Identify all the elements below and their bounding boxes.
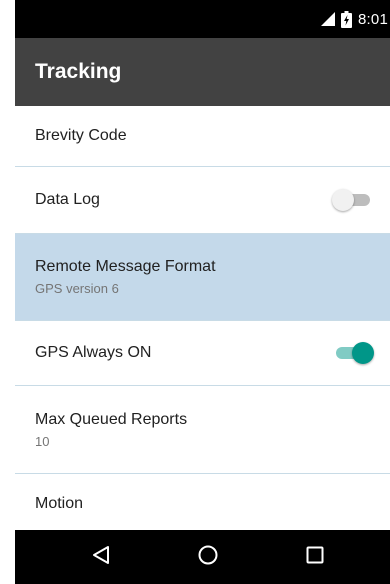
home-button[interactable]: [178, 530, 238, 584]
battery-icon: [341, 10, 352, 28]
setting-summary: 10: [35, 433, 50, 449]
setting-title: Brevity Code: [35, 127, 127, 144]
setting-max-queued-reports[interactable]: Max Queued Reports 10: [15, 386, 390, 474]
home-circle-icon: [197, 544, 219, 571]
app-bar: Tracking: [15, 38, 390, 106]
setting-motion[interactable]: Motion: [15, 474, 390, 530]
status-time: 8:01: [358, 10, 388, 28]
setting-title: Max Queued Reports: [35, 410, 188, 428]
gps-always-on-toggle[interactable]: [334, 342, 374, 364]
setting-title: Motion: [35, 494, 84, 512]
recents-button[interactable]: [285, 530, 345, 584]
toggle-thumb: [352, 342, 374, 364]
back-triangle-icon: [90, 544, 112, 571]
page-title: Tracking: [35, 60, 122, 83]
setting-summary: GPS version 6: [35, 281, 119, 296]
status-bar: 8:01: [15, 0, 390, 38]
setting-data-log[interactable]: Data Log: [15, 167, 390, 234]
status-indicators: 8:01: [319, 0, 388, 38]
setting-gps-always-on[interactable]: GPS Always ON: [15, 321, 390, 386]
setting-title: Remote Message Format: [35, 258, 216, 275]
signal-icon: [319, 11, 335, 27]
setting-brevity-code[interactable]: Brevity Code: [15, 106, 390, 167]
setting-remote-message-format[interactable]: Remote Message Format GPS version 6: [15, 234, 390, 321]
data-log-toggle[interactable]: [332, 189, 372, 211]
navigation-bar: [15, 530, 390, 584]
settings-list: Brevity Code Data Log Remote Message For…: [15, 106, 390, 530]
back-button[interactable]: [71, 530, 131, 584]
phone-screen: 8:01 Tracking Brevity Code Data Log Remo…: [15, 0, 390, 584]
toggle-thumb: [332, 189, 354, 211]
recents-square-icon: [304, 544, 326, 571]
